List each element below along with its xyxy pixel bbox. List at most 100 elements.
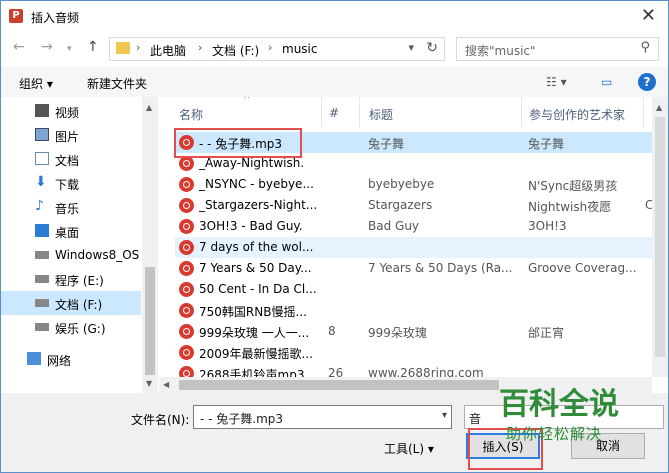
search-input[interactable]: 搜索"music" — [465, 42, 536, 59]
column-header-number[interactable]: # — [329, 97, 359, 127]
table-row[interactable]: 50 Cent - In Da Cl... — [175, 279, 652, 300]
help-icon[interactable]: ? — [638, 73, 656, 91]
column-divider[interactable] — [321, 97, 322, 127]
file-list-scrollbar[interactable]: ▲ — [652, 97, 668, 377]
view-options-icon[interactable]: ☷ ▾ — [546, 75, 567, 89]
filename-label: 文件名(N): — [131, 413, 190, 427]
up-arrow-icon[interactable]: ↑ — [87, 39, 99, 55]
breadcrumb-music[interactable]: music — [282, 42, 317, 56]
sidebar-item-label: 视频 — [55, 106, 80, 120]
breadcrumb-this-pc[interactable]: 此电脑 — [150, 42, 186, 59]
netease-music-file-icon — [179, 282, 194, 297]
netease-music-file-icon — [179, 261, 194, 276]
column-divider[interactable] — [643, 97, 644, 127]
track-number-cell: 8 — [328, 324, 336, 338]
video-icon — [35, 104, 49, 117]
sidebar-item-music[interactable]: ♪ 音乐 — [1, 195, 141, 219]
preview-pane-icon[interactable]: ▭ — [601, 75, 612, 89]
search-icon[interactable]: ⚲ — [640, 40, 650, 55]
powerpoint-icon: P — [9, 9, 23, 23]
sidebar-item-desktop[interactable]: 桌面 — [1, 219, 141, 243]
picture-icon — [35, 128, 49, 141]
table-row[interactable]: 7 Years & 50 Day... 7 Years & 50 Days (Ra… — [175, 258, 652, 279]
forward-arrow-icon[interactable]: → — [41, 39, 53, 55]
sidebar-item-pictures[interactable]: 图片 — [1, 123, 141, 147]
network-icon — [27, 352, 41, 365]
column-header-label: 标题 — [369, 108, 394, 122]
file-name-cell: _Stargazers-Night... — [199, 198, 318, 212]
sort-ascending-icon: ^ — [243, 97, 251, 105]
scrollbar-thumb[interactable] — [655, 117, 665, 357]
watermark-subtitle: 助你轻松解决 — [506, 425, 603, 443]
table-row[interactable]: 3OH!3 - Bad Guy. Bad Guy 3OH!3 — [175, 216, 652, 237]
column-header-label: 参与创作的艺术家 — [529, 108, 626, 122]
sidebar-item-network[interactable]: 网络 — [1, 347, 141, 371]
filename-field[interactable]: - - 兔子舞.mp3 ▾ — [193, 405, 452, 429]
document-icon — [35, 152, 49, 165]
table-row[interactable]: 750韩国RNB慢摇... — [175, 300, 652, 321]
column-divider[interactable] — [521, 97, 522, 127]
sidebar-item-label: 图片 — [55, 130, 80, 144]
column-header-artist[interactable]: 参与创作的艺术家 — [529, 97, 649, 127]
artist-cell: 兔子舞 — [528, 137, 565, 151]
table-row[interactable]: _Stargazers-Night... Stargazers Nightwish夜… — [175, 195, 652, 216]
breadcrumb-separator-icon[interactable]: › — [136, 41, 140, 54]
column-divider[interactable] — [359, 97, 360, 127]
close-icon[interactable]: ✕ — [641, 5, 656, 26]
sidebar-item-downloads[interactable]: ⬇ 下载 — [1, 171, 141, 195]
scrollbar-thumb[interactable] — [179, 380, 499, 390]
netease-music-file-icon — [179, 240, 194, 255]
scroll-left-icon[interactable]: ◀ — [163, 380, 169, 389]
breadcrumb-separator-icon[interactable]: › — [268, 41, 272, 54]
table-row[interactable]: 7 days of the wol... — [175, 237, 652, 258]
scroll-up-icon[interactable]: ▲ — [656, 103, 662, 112]
organize-button[interactable]: 组织 ▾ — [19, 75, 53, 92]
chevron-down-icon[interactable]: ▾ — [442, 410, 447, 421]
breadcrumb-separator-icon[interactable]: › — [198, 41, 202, 54]
tools-button[interactable]: 工具(L) ▾ — [384, 440, 434, 457]
sidebar-item-drive-f[interactable]: 文档 (F:) — [1, 291, 141, 315]
drive-icon — [35, 323, 49, 331]
refresh-icon[interactable]: ↻ — [426, 40, 438, 56]
address-dropdown-icon[interactable]: ▾ — [408, 41, 414, 54]
highlight-box — [174, 128, 302, 158]
table-row[interactable]: 999朵玫瑰 一人一... 8 999朵玫瑰 邰正宵 — [175, 321, 652, 342]
sidebar-item-drive-g[interactable]: 娱乐 (G:) — [1, 315, 141, 339]
title-cell: Stargazers — [368, 198, 433, 212]
file-name-cell: 2688手机铃声mp3... — [199, 368, 316, 377]
sidebar-item-label: 娱乐 (G:) — [55, 322, 106, 336]
column-header-name[interactable]: 名称 ^ — [179, 97, 319, 127]
table-row[interactable]: 2009年最新慢摇歌... — [175, 342, 652, 363]
watermark: 百科全说 助你轻松解决 — [479, 373, 668, 472]
column-header-title[interactable]: 标题 — [369, 97, 519, 127]
sidebar-item-drive-e[interactable]: 程序 (E:) — [1, 267, 141, 291]
new-folder-button[interactable]: 新建文件夹 — [87, 75, 147, 92]
artist-cell: 邰正宵 — [528, 326, 565, 340]
artist-cell: Nightwish夜愿 — [528, 200, 612, 214]
recent-dropdown-icon[interactable]: ▾ — [67, 44, 72, 54]
address-bar[interactable]: › 此电脑 › 文档 (F:) › music ▾ ↻ — [109, 37, 445, 61]
sidebar-item-videos[interactable]: 视频 — [1, 99, 141, 123]
sidebar-item-label: 音乐 — [55, 202, 80, 216]
drive-icon — [35, 299, 49, 307]
title-cell: 7 Years & 50 Days (Ra... — [368, 261, 513, 275]
sidebar-item-label: Windows8_OS — [55, 248, 140, 262]
file-name-cell: _NSYNC - byebye... — [199, 177, 314, 191]
netease-music-file-icon — [179, 219, 194, 234]
artist-cell: 3OH!3 — [528, 219, 567, 233]
scroll-up-icon[interactable]: ▲ — [146, 103, 152, 112]
back-arrow-icon[interactable]: ← — [13, 39, 25, 55]
breadcrumb-drive-f[interactable]: 文档 (F:) — [212, 42, 259, 59]
title-cell: 999朵玫瑰 — [368, 326, 427, 340]
title-cell: Bad Guy — [368, 219, 420, 233]
title-bar: P 插入音频 ✕ — [1, 1, 668, 31]
scroll-down-icon[interactable]: ▼ — [146, 379, 152, 388]
sidebar-item-documents[interactable]: 文档 — [1, 147, 141, 171]
file-name-cell: 50 Cent - In Da Cl... — [199, 282, 317, 296]
search-box[interactable]: 搜索"music" ⚲ — [456, 37, 659, 61]
sidebar-item-windows8-os[interactable]: Windows8_OS — [1, 243, 141, 267]
column-header-label: # — [329, 106, 340, 120]
sidebar-scrollbar[interactable]: ▲ ▼ — [142, 97, 158, 393]
scrollbar-thumb[interactable] — [145, 267, 155, 375]
table-row[interactable]: _NSYNC - byebye... byebyebye N'Sync超级男孩 — [175, 174, 652, 195]
